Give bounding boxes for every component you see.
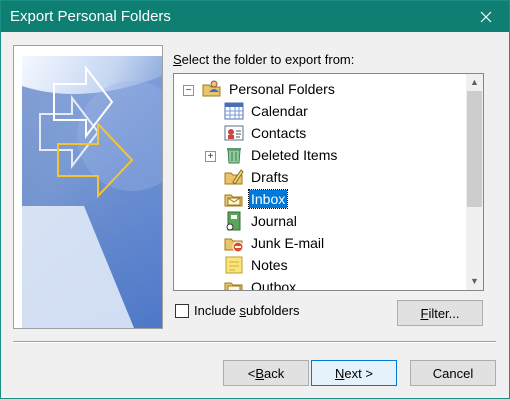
personal-folders-icon (201, 78, 223, 100)
tree-scrollbar[interactable]: ▲ ▼ (466, 74, 483, 290)
tree-item-label: Deleted Items (251, 147, 338, 163)
next-button[interactable]: Next > (311, 360, 397, 386)
notes-icon (223, 254, 245, 276)
tree-item-outbox[interactable]: Outbox (223, 276, 298, 291)
tree-item-label: Outbox (251, 279, 297, 291)
tree-item-calendar[interactable]: Calendar (223, 100, 310, 122)
export-dialog: Export Personal Folders Select the folde… (0, 0, 510, 399)
wizard-banner-image (13, 45, 163, 329)
tree-item-label: Calendar (251, 103, 308, 119)
tree-item-drafts[interactable]: Drafts (223, 166, 290, 188)
tree-item-junk-email[interactable]: Junk E-mail (223, 232, 326, 254)
scroll-up-icon[interactable]: ▲ (466, 74, 483, 91)
expand-expander[interactable]: + (205, 151, 216, 162)
tree-item-label: Junk E-mail (251, 235, 325, 251)
junk-email-icon (223, 232, 245, 254)
tree-item-inbox[interactable]: Inbox (223, 188, 289, 210)
outbox-icon (223, 276, 245, 290)
cancel-button[interactable]: Cancel (410, 360, 496, 386)
tree-item-label: Drafts (251, 169, 289, 185)
drafts-icon (223, 166, 245, 188)
tree-item-label: Notes (251, 257, 288, 273)
filter-button[interactable]: Filter... (397, 300, 483, 326)
tree-item-deleted-items[interactable]: Deleted Items (223, 144, 339, 166)
tree-item-label: Journal (251, 213, 297, 229)
folder-prompt: Select the folder to export from: (173, 52, 355, 67)
tree-item-label: Inbox (247, 189, 289, 209)
tree-item-personal-folders[interactable]: Personal Folders (201, 78, 337, 100)
deleted-items-icon (223, 144, 245, 166)
collapse-expander[interactable]: − (183, 85, 194, 96)
contacts-icon (223, 122, 245, 144)
window-title: Export Personal Folders (10, 8, 171, 25)
close-button[interactable] (463, 1, 509, 32)
tree-item-label: Personal Folders (229, 81, 335, 97)
include-subfolders-option[interactable]: Include subfolders (175, 303, 300, 318)
back-button[interactable]: < Back (223, 360, 309, 386)
divider (13, 341, 496, 343)
folder-tree[interactable]: − Personal Folders Calendar Contacts + D… (173, 73, 484, 291)
tree-item-journal[interactable]: Journal (223, 210, 299, 232)
scrollbar-thumb[interactable] (467, 91, 482, 207)
tree-item-contacts[interactable]: Contacts (223, 122, 308, 144)
journal-icon (223, 210, 245, 232)
include-subfolders-checkbox[interactable] (175, 303, 189, 318)
include-subfolders-label: Include subfolders (194, 303, 300, 318)
calendar-icon (223, 100, 245, 122)
tree-item-label: Contacts (251, 125, 307, 141)
title-bar: Export Personal Folders (1, 1, 509, 32)
tree-item-notes[interactable]: Notes (223, 254, 290, 276)
inbox-icon (223, 188, 245, 210)
close-icon (480, 11, 492, 22)
scroll-down-icon[interactable]: ▼ (466, 273, 483, 290)
